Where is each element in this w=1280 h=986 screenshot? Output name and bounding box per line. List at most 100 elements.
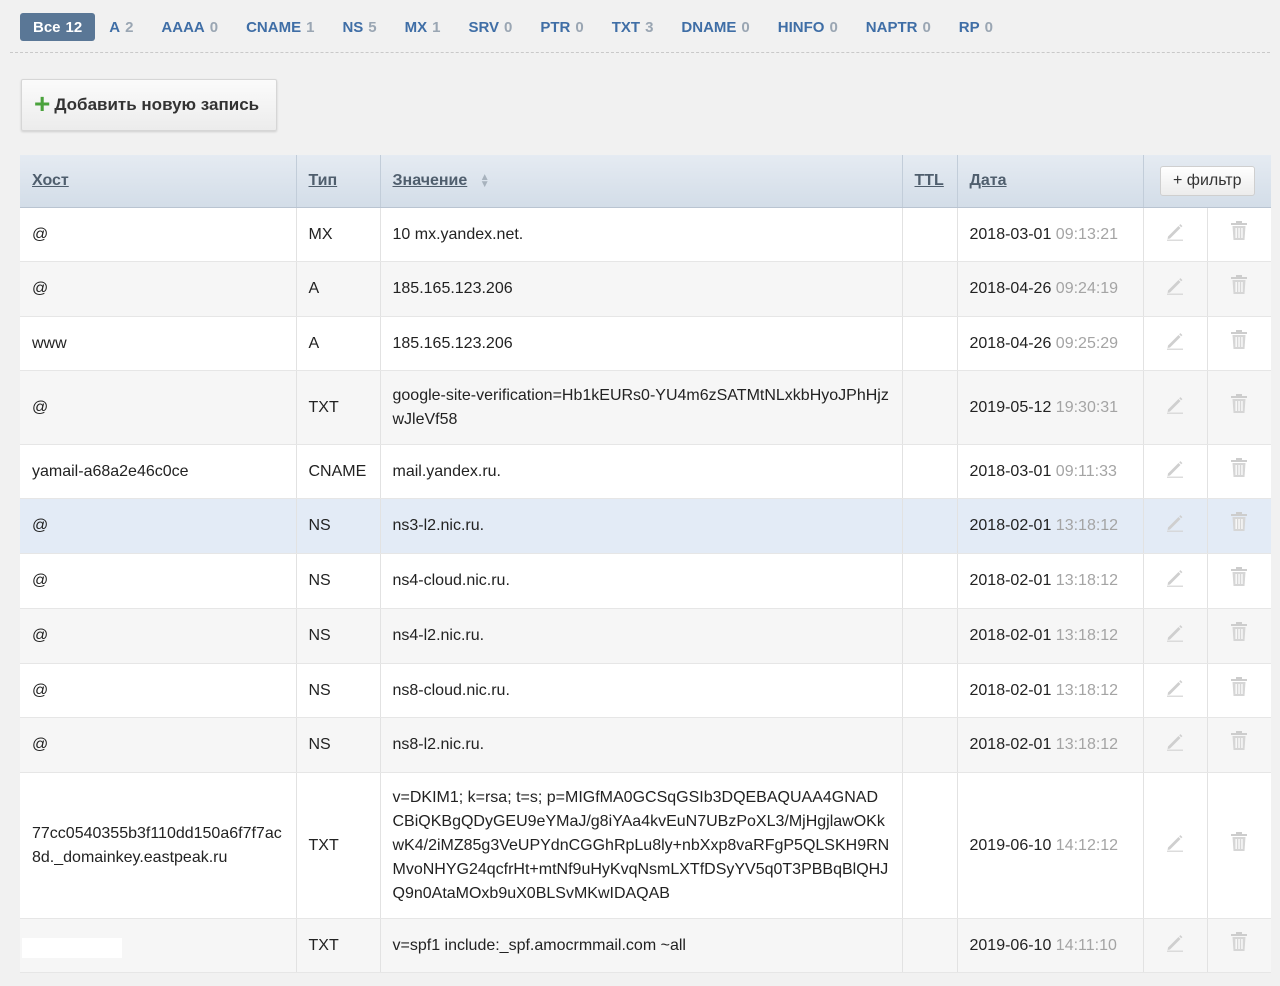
date-day: 2019-05-12 [969,398,1052,416]
delete-cell [1207,918,1272,973]
cell-type: MX [296,207,381,262]
trash-icon[interactable] [1229,393,1249,423]
header-date[interactable]: Дата [957,155,1144,208]
cell-host: @ [20,553,297,609]
tab-все[interactable]: Все 12 [20,13,96,41]
date-day: 2018-02-01 [969,517,1052,534]
pencil-icon[interactable] [1165,275,1185,303]
pencil-icon[interactable] [1165,512,1185,540]
tabs-divider [10,52,1270,53]
header-type[interactable]: Тип [296,155,381,208]
trash-icon[interactable] [1229,457,1249,487]
date-time: 09:25:29 [1055,334,1119,352]
tab-srv[interactable]: SRV 0 [454,13,526,41]
pencil-icon[interactable] [1165,394,1185,422]
pencil-icon[interactable] [1165,330,1185,358]
table-row[interactable]: @ MX 10 mx.yandex.net. 2018-03-01 09:13:21 [20,207,1272,262]
pencil-icon[interactable] [1165,221,1185,249]
table-row[interactable]: www A 185.165.123.206 2018-04-26 09:25:29 [20,316,1272,371]
table-row[interactable]: @ NS ns4-l2.nic.ru. 2018-02-01 13:18:12 [20,608,1272,664]
cell-ttl [902,553,958,609]
cell-host: @ [20,608,297,664]
cell-type: NS [296,498,381,554]
table-row[interactable]: yamail-a68a2e46c0ce CNAME mail.yandex.ru. 2… [20,444,1272,499]
pencil-icon[interactable] [1165,832,1185,860]
tab-count: 0 [209,18,219,36]
trash-icon[interactable] [1229,621,1249,651]
cell-ttl [902,717,958,773]
tab-cname[interactable]: CNAME 1 [232,13,328,41]
delete-cell [1207,261,1272,317]
tab-a[interactable]: A2 [95,13,147,41]
date-time: 09:24:19 [1055,280,1119,297]
trash-icon[interactable] [1229,676,1249,706]
header-ttl[interactable]: TTL [902,155,958,208]
edit-cell [1143,498,1208,554]
tab-dname[interactable]: DNAME 0 [667,13,763,41]
cell-date: 2018-03-01 09:13:21 [957,207,1144,262]
table-row[interactable]: @ NS ns4-cloud.nic.ru. 2018-02-01 13:18:12 [20,553,1272,609]
tab-count: 5 [368,18,377,36]
cell-type: NS [296,717,381,773]
tab-label: HINFO [777,18,825,36]
table-row[interactable]: @ A 185.165.123.206 2018-04-26 09:24:19 [20,261,1272,317]
tab-count: 0 [575,18,584,36]
tab-mx[interactable]: MX 1 [391,13,455,41]
sort-icon[interactable]: ▲ ▼ [480,172,490,189]
cell-ttl [902,316,958,371]
cell-ttl [902,772,958,919]
trash-icon[interactable] [1229,329,1249,359]
date-day: 2018-02-01 [969,736,1052,753]
filter-button[interactable]: + фильтр [1159,166,1255,196]
cell-date: 2018-02-01 13:18:12 [957,498,1144,554]
trash-icon[interactable] [1229,220,1249,250]
tab-txt[interactable]: TXT 3 [598,13,668,41]
cell-date: 2019-05-12 19:30:31 [957,370,1144,445]
table-row[interactable]: @ TXT google-site-verification=Hb1kEURs0-Y… [20,370,1272,445]
pencil-icon[interactable] [1165,677,1185,705]
delete-cell [1207,444,1272,499]
tab-count: 0 [984,18,993,36]
tab-hinfo[interactable]: HINFO 0 [764,13,852,41]
pencil-icon[interactable] [1165,731,1185,759]
date-time: 13:18:12 [1055,736,1119,753]
trash-icon[interactable] [1229,931,1249,961]
trash-icon[interactable] [1229,511,1249,541]
cell-host: www [20,316,297,371]
cell-type: TXT [296,772,381,919]
trash-icon[interactable] [1229,730,1249,760]
date-time: 13:18:12 [1055,572,1119,589]
add-record-button[interactable]: + Добавить новую запись [21,79,277,131]
plus-icon: + [34,87,51,119]
edit-cell [1143,663,1208,718]
trash-icon[interactable] [1229,566,1249,596]
header-value[interactable]: Значение ▲ ▼ [380,155,903,208]
pencil-icon[interactable] [1165,567,1185,595]
tab-count: 0 [504,18,513,36]
trash-icon[interactable] [1229,831,1249,861]
tab-naptr[interactable]: NAPTR 0 [852,13,945,41]
cell-ttl [902,918,958,973]
table-row[interactable]: 77cc0540355b3f110dd150a6f7f7ac8d._domain… [20,772,1272,919]
table-row[interactable]: TXT v=spf1 include:_spf.amocrmmail.com ~a… [20,918,1272,973]
table-row[interactable]: @ NS ns3-l2.nic.ru. 2018-02-01 13:18:12 [20,498,1272,554]
cell-date: 2018-03-01 09:11:33 [957,444,1144,499]
pencil-icon[interactable] [1165,458,1185,486]
pencil-icon[interactable] [1165,622,1185,650]
tab-rp[interactable]: RP 0 [945,13,1007,41]
tab-ptr[interactable]: PTR 0 [526,13,597,41]
table-row[interactable]: @ NS ns8-l2.nic.ru. 2018-02-01 13:18:12 [20,717,1272,773]
table-row[interactable]: @ NS ns8-cloud.nic.ru. 2018-02-01 13:18:12 [20,663,1272,718]
trash-icon[interactable] [1229,274,1249,304]
tab-aaaa[interactable]: AAAA 0 [147,13,232,41]
tab-label: NS [342,18,364,36]
pencil-icon[interactable] [1165,932,1185,960]
header-host[interactable]: Хост [20,155,297,208]
edit-cell [1143,316,1208,371]
date-day: 2018-04-26 [969,334,1052,352]
cell-value: 185.165.123.206 [380,316,903,371]
table-header-row: Хост Тип Значение ▲ ▼ TTL Дата + фильтр [20,155,1272,208]
tab-ns[interactable]: NS 5 [328,13,390,41]
cell-date: 2018-04-26 09:25:29 [957,316,1144,371]
cell-ttl [902,261,958,317]
